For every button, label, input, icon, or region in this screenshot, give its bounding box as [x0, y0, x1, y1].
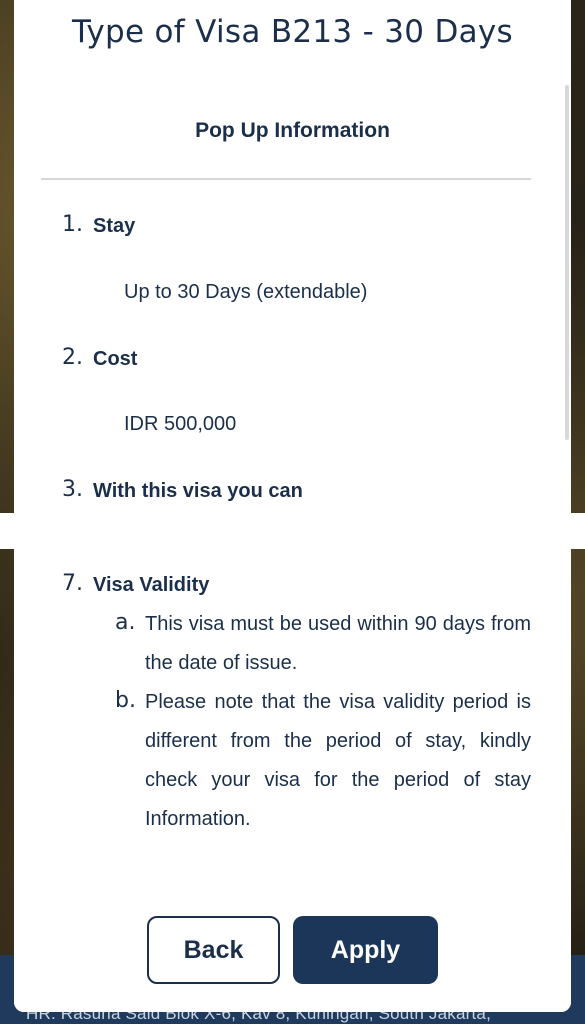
back-button[interactable]: Back	[147, 916, 280, 984]
scrollbar[interactable]	[565, 85, 569, 440]
item-value-stay: Up to 30 Days (extendable)	[124, 281, 368, 303]
item-number: 3.	[62, 477, 83, 502]
item-heading-with-visa: With this visa you can	[93, 480, 303, 502]
subitem-mark: a.	[115, 610, 136, 635]
subitem-text: Please note that the visa validity perio…	[145, 691, 531, 830]
item-number: 1.	[62, 212, 83, 237]
subitem-mark: b.	[115, 688, 136, 713]
scroll-gap	[0, 513, 585, 549]
item-heading-cost: Cost	[93, 348, 138, 370]
item-number: 2.	[62, 345, 83, 370]
item-heading-validity: Visa Validity	[93, 574, 210, 596]
divider	[41, 178, 531, 180]
apply-button[interactable]: Apply	[293, 916, 438, 984]
item-number: 7.	[62, 571, 83, 596]
item-value-cost: IDR 500,000	[124, 413, 237, 435]
modal-title: Type of Visa B213 - 30 Days	[71, 14, 514, 50]
subitem-text: This visa must be used within 90 days fr…	[145, 613, 531, 674]
modal-subtitle: Pop Up Information	[195, 119, 390, 142]
item-heading-stay: Stay	[93, 215, 136, 237]
visa-info-modal-lower: 7. Visa Validity a. This visa must be us…	[14, 549, 571, 1012]
